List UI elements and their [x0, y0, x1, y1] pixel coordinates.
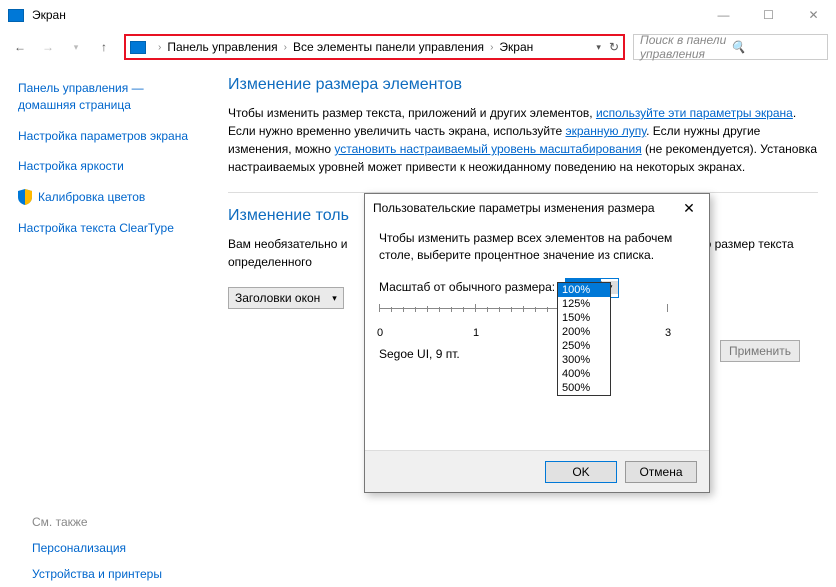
navigation-bar: ← → ▾ ↑ › Панель управления › Все элемен…: [0, 30, 836, 64]
ok-button[interactable]: OK: [545, 461, 617, 483]
scale-option[interactable]: 250%: [558, 339, 610, 353]
breadcrumb-item[interactable]: Панель управления: [167, 40, 277, 54]
scale-option[interactable]: 500%: [558, 381, 610, 395]
back-button[interactable]: ←: [8, 35, 32, 59]
see-also-personalization[interactable]: Персонализация: [32, 541, 162, 555]
up-button[interactable]: ↑: [92, 35, 116, 59]
search-input[interactable]: Поиск в панели управления 🔍: [633, 34, 828, 60]
chevron-down-icon: ▾: [332, 293, 337, 304]
custom-scaling-dialog: Пользовательские параметры изменения раз…: [364, 193, 710, 493]
dialog-close-button[interactable]: ✕: [677, 196, 701, 220]
refresh-button[interactable]: ↻: [609, 40, 619, 54]
chevron-right-icon: ›: [284, 42, 287, 53]
scale-option[interactable]: 100%: [558, 283, 610, 297]
display-icon: [8, 9, 24, 22]
sidebar-item-cleartype[interactable]: Настройка текста ClearType: [18, 220, 198, 237]
apply-button[interactable]: Применить: [720, 340, 800, 362]
font-sample: Segoe UI, 9 пт.: [379, 346, 695, 363]
forward-button[interactable]: →: [36, 35, 60, 59]
dialog-title: Пользовательские параметры изменения раз…: [373, 201, 655, 215]
chevron-right-icon: ›: [158, 42, 161, 53]
search-placeholder: Поиск в панели управления: [640, 33, 731, 61]
chevron-down-icon[interactable]: ▾: [596, 42, 601, 53]
ruler-label: 0: [377, 326, 383, 341]
scale-option[interactable]: 400%: [558, 367, 610, 381]
scale-option[interactable]: 150%: [558, 311, 610, 325]
intro-text: Чтобы изменить размер текста, приложений…: [228, 104, 818, 176]
breadcrumb-item[interactable]: Экран: [499, 40, 533, 54]
custom-scaling-link[interactable]: установить настраиваемый уровень масштаб…: [334, 142, 641, 156]
sidebar-item-calibrate[interactable]: Калибровка цветов: [38, 189, 145, 206]
combo-label: Заголовки окон: [235, 291, 320, 305]
cancel-button[interactable]: Отмена: [625, 461, 697, 483]
breadcrumb-item[interactable]: Все элементы панели управления: [293, 40, 484, 54]
ruler-preview[interactable]: 0 1 3: [379, 304, 695, 344]
scale-label: Масштаб от обычного размера:: [379, 279, 555, 296]
shield-icon: [18, 189, 32, 205]
window-title: Экран: [32, 8, 66, 22]
sidebar: Панель управления — домашняя страница На…: [18, 74, 198, 309]
chevron-right-icon: ›: [490, 42, 493, 53]
minimize-button[interactable]: —: [701, 0, 746, 30]
ruler-label: 1: [473, 326, 479, 341]
scale-option[interactable]: 125%: [558, 297, 610, 311]
scale-option[interactable]: 200%: [558, 325, 610, 339]
close-button[interactable]: ✕: [791, 0, 836, 30]
see-also-devices[interactable]: Устройства и принтеры: [32, 567, 162, 581]
recent-button[interactable]: ▾: [64, 35, 88, 59]
address-bar[interactable]: › Панель управления › Все элементы панел…: [124, 34, 625, 60]
page-title: Изменение размера элементов: [228, 76, 818, 94]
sidebar-item-brightness[interactable]: Настройка яркости: [18, 158, 198, 175]
magnifier-link[interactable]: экранную лупу: [566, 124, 647, 138]
display-icon: [130, 41, 146, 54]
display-settings-link[interactable]: используйте эти параметры экрана: [596, 106, 793, 120]
maximize-button[interactable]: ☐: [746, 0, 791, 30]
see-also-section: См. также Персонализация Устройства и пр…: [32, 515, 162, 581]
sidebar-item-display-settings[interactable]: Настройка параметров экрана: [18, 128, 198, 145]
dialog-instruction: Чтобы изменить размер всех элементов на …: [379, 230, 695, 264]
scale-dropdown-list[interactable]: 100% 125% 150% 200% 250% 300% 400% 500%: [557, 282, 611, 396]
text-item-combo[interactable]: Заголовки окон ▾: [228, 287, 344, 309]
control-panel-home-link[interactable]: Панель управления — домашняя страница: [18, 80, 198, 114]
see-also-header: См. также: [32, 515, 162, 529]
window-titlebar: Экран — ☐ ✕: [0, 0, 836, 30]
scale-option[interactable]: 300%: [558, 353, 610, 367]
search-icon[interactable]: 🔍: [731, 40, 822, 54]
ruler-label: 3: [665, 326, 671, 341]
